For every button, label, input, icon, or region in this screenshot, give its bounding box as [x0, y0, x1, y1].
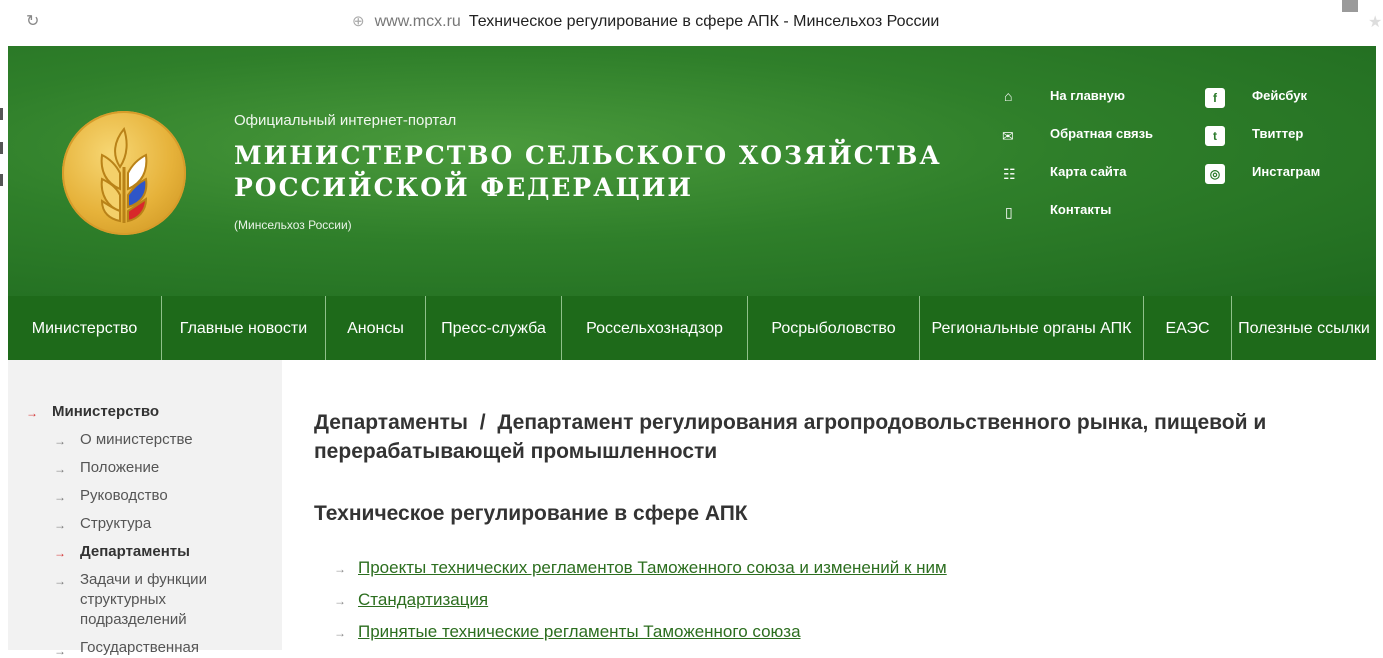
link-adopted-regulations[interactable]: Принятые технические регламенты Таможенн… — [358, 622, 801, 642]
arrow-icon: → — [54, 518, 66, 532]
edge-mark — [0, 142, 3, 154]
portal-subtitle: Официальный интернет-портал — [234, 112, 457, 129]
nav-item-announcements[interactable]: Анонсы — [326, 296, 426, 360]
header-link-sitemap[interactable]: Карта сайта — [1050, 164, 1127, 179]
instagram-icon[interactable]: ◎ — [1205, 164, 1225, 184]
title-line-1: МИНИСТЕРСТВО СЕЛЬСКОГО ХОЗЯЙСТВА — [234, 141, 942, 170]
main-content: Департаменты / Департамент регулирования… — [282, 360, 1376, 650]
arrow-icon: → — [334, 562, 346, 576]
header-link-contacts[interactable]: Контакты — [1050, 202, 1111, 217]
sidebar-item-leadership[interactable]: Руководство — [80, 486, 168, 506]
url-domain: www.mcx.ru — [374, 13, 461, 30]
title-line-2: РОССИЙСКОЙ ФЕДЕРАЦИИ — [234, 173, 693, 202]
header-link-feedback[interactable]: Обратная связь — [1050, 126, 1153, 141]
globe-icon: ⊕ — [352, 13, 365, 30]
arrow-icon: → — [54, 574, 66, 588]
arrow-icon: → — [54, 490, 66, 504]
arrow-icon: → — [54, 434, 66, 448]
facebook-icon[interactable]: f — [1205, 88, 1225, 108]
nav-item-regional[interactable]: Региональные органы АПК — [920, 296, 1144, 360]
ministry-abbr: (Минсельхоз России) — [234, 218, 352, 232]
sidebar-item-tasks[interactable]: Задачи и функции структурных подразделен… — [80, 570, 250, 630]
main-nav: Министерство Главные новости Анонсы Прес… — [8, 296, 1376, 360]
nav-item-rosselkhoznadzor[interactable]: Россельхознадзор — [562, 296, 748, 360]
twitter-icon[interactable]: t — [1205, 126, 1225, 146]
ministry-logo[interactable] — [62, 111, 186, 235]
mail-icon: ✉ — [1002, 128, 1014, 144]
ministry-title[interactable]: МИНИСТЕРСТВО СЕЛЬСКОГО ХОЗЯЙСТВА РОССИЙС… — [234, 140, 942, 204]
arrow-icon: → — [54, 644, 66, 658]
nav-item-main-news[interactable]: Главные новости — [162, 296, 326, 360]
nav-item-ministry[interactable]: Министерство — [8, 296, 162, 360]
arrow-icon: → — [26, 406, 38, 420]
header-link-home[interactable]: На главную — [1050, 88, 1125, 103]
social-link-facebook[interactable]: Фейсбук — [1252, 88, 1307, 103]
breadcrumb-separator: / — [479, 411, 486, 434]
sidebar-item-ministry[interactable]: Министерство — [52, 402, 159, 422]
nav-item-rosrybolovstvo[interactable]: Росрыболовство — [748, 296, 920, 360]
sidebar-item-regulation[interactable]: Положение — [80, 458, 159, 478]
bookmark-star-icon[interactable]: ★ — [1368, 12, 1382, 32]
site-header: Официальный интернет-портал МИНИСТЕРСТВО… — [8, 46, 1376, 296]
address-bar[interactable]: ⊕ www.mcx.ru Техническое регулирование в с… — [352, 12, 939, 31]
edge-mark — [0, 174, 3, 186]
arrow-icon: → — [334, 594, 346, 608]
page-title: Техническое регулирование в сфере АПК - … — [468, 13, 940, 30]
arrow-icon: → — [54, 462, 66, 476]
phone-icon: ▯ — [1005, 204, 1013, 220]
sidebar-item-departments[interactable]: Департаменты — [80, 542, 190, 562]
section-title: Техническое регулирование в сфере АПК — [314, 502, 748, 525]
social-link-instagram[interactable]: Инстаграм — [1252, 164, 1320, 179]
sidebar-item-about[interactable]: О министерстве — [80, 430, 193, 450]
browser-bar: ↻ ⊕ www.mcx.ru Техническое регулирование в… — [0, 0, 1383, 46]
arrow-icon: → — [334, 626, 346, 640]
social-link-twitter[interactable]: Твиттер — [1252, 126, 1303, 141]
sitemap-icon: ☷ — [1003, 166, 1016, 182]
left-edge — [0, 46, 8, 650]
breadcrumb-departments[interactable]: Департаменты — [314, 411, 468, 434]
scrollbar-grip[interactable] — [1342, 0, 1358, 12]
reload-icon[interactable]: ↻ — [26, 11, 39, 31]
nav-item-eaeu[interactable]: ЕАЭС — [1144, 296, 1232, 360]
link-draft-regulations[interactable]: Проекты технических регламентов Таможенн… — [358, 558, 947, 578]
arrow-icon: → — [54, 546, 66, 560]
sidebar-menu: → Министерство → О министерстве → Положе… — [8, 360, 282, 658]
home-icon: ⌂ — [1004, 88, 1013, 104]
link-standardization[interactable]: Стандартизация — [358, 590, 488, 610]
nav-item-useful-links[interactable]: Полезные ссылки — [1232, 296, 1376, 360]
nav-item-press[interactable]: Пресс-служба — [426, 296, 562, 360]
sidebar-item-structure[interactable]: Структура — [80, 514, 151, 534]
edge-mark — [0, 108, 3, 120]
sidebar-item-state[interactable]: Государственная — [80, 638, 199, 658]
breadcrumb: Департаменты / Департамент регулирования… — [314, 408, 1374, 466]
